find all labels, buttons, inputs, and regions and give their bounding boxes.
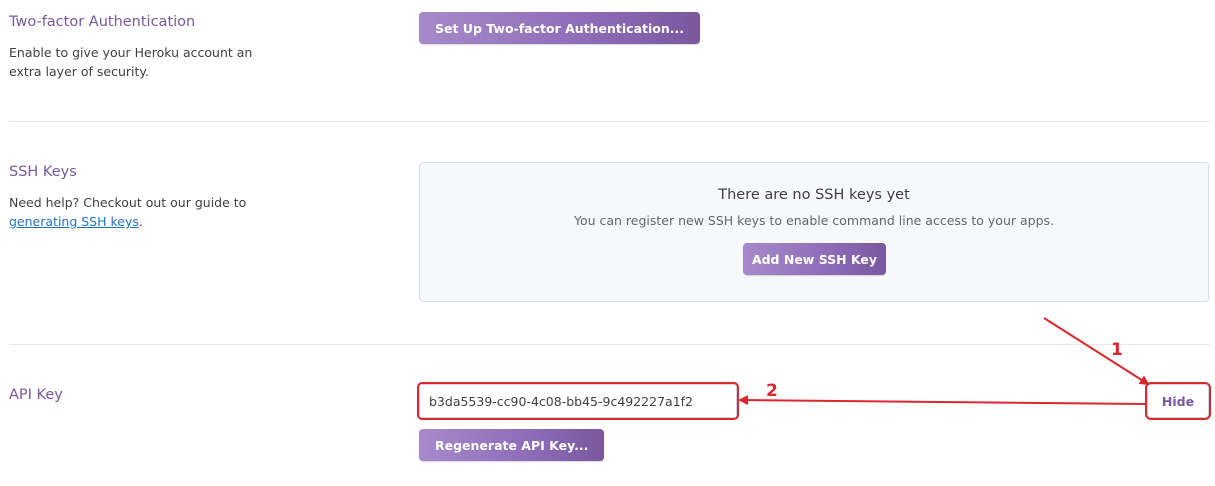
empty-state-title: There are no SSH keys yet <box>718 187 910 203</box>
annotation-label-2: 2 <box>766 381 778 401</box>
two-factor-title: Two-factor Authentication <box>9 14 196 30</box>
ssh-keys-title: SSH Keys <box>9 164 77 180</box>
annotation-arrow-1 <box>1043 317 1150 386</box>
setup-two-factor-button[interactable]: Set Up Two-factor Authentication... <box>419 12 701 44</box>
api-key-field[interactable] <box>417 382 739 420</box>
ssh-keys-description-suffix: . <box>138 214 143 229</box>
api-key-title: API Key <box>9 387 63 403</box>
ssh-keys-description: Need help? Checkout out our guide to gen… <box>9 193 269 231</box>
add-ssh-key-button[interactable]: Add New SSH Key <box>743 243 886 275</box>
empty-state-subtitle: You can register new SSH keys to enable … <box>573 213 1055 228</box>
regenerate-api-key-button[interactable]: Regenerate API Key... <box>419 429 605 461</box>
annotation-label-1: 1 <box>1111 340 1123 360</box>
ssh-keys-empty-state: There are no SSH keys yet You can regist… <box>419 162 1209 302</box>
section-divider <box>9 344 1210 345</box>
hide-api-key-button[interactable]: Hide <box>1145 382 1211 420</box>
two-factor-description: Enable to give your Heroku account an ex… <box>9 45 253 79</box>
generating-ssh-keys-link[interactable]: generating SSH keys <box>9 214 139 229</box>
annotation-arrow-2 <box>738 395 1147 406</box>
section-divider <box>9 121 1210 122</box>
ssh-keys-description-prefix: Need help? Checkout out our guide to <box>9 195 247 210</box>
